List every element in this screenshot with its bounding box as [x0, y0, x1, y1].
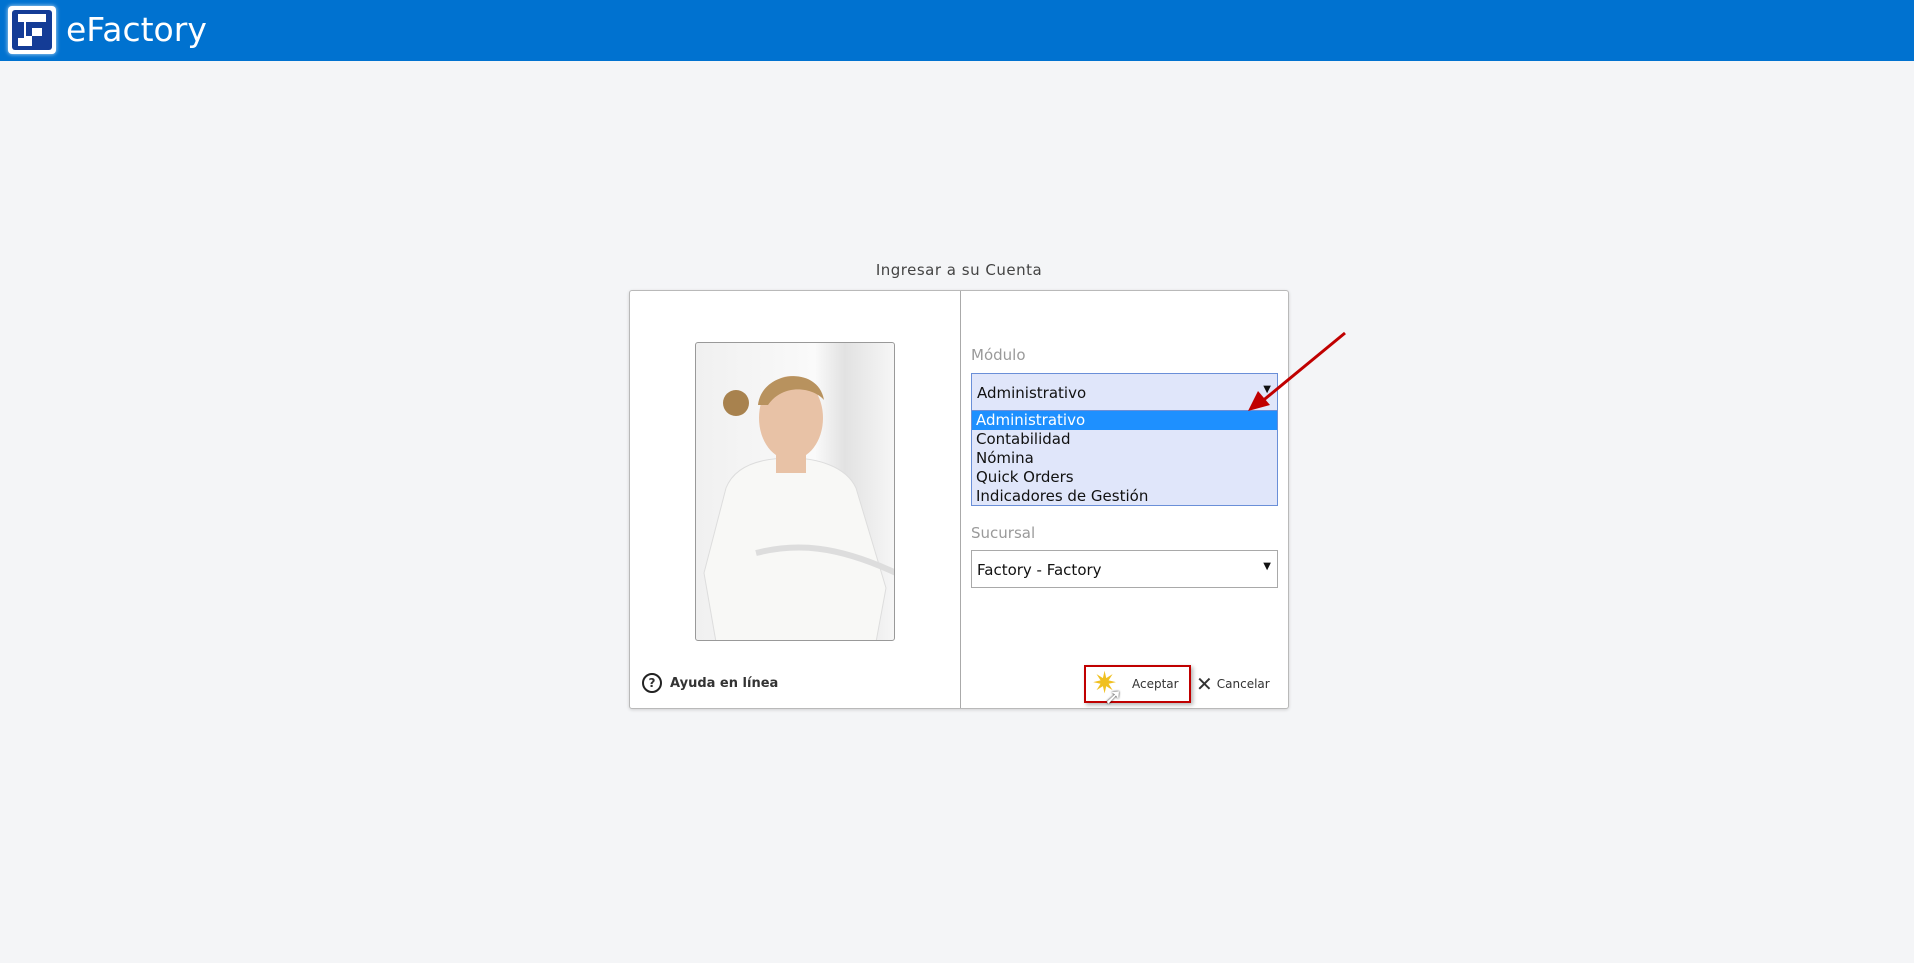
accept-label: Aceptar [1132, 677, 1179, 691]
mouse-cursor-icon: ➚ [1104, 685, 1123, 710]
app-header: eFactory [0, 0, 1914, 61]
modulo-value: Administrativo [977, 384, 1087, 402]
option-contabilidad[interactable]: Contabilidad [972, 430, 1277, 449]
option-nomina[interactable]: Nómina [972, 449, 1277, 468]
help-link[interactable]: ? Ayuda en línea [642, 673, 778, 693]
option-quick-orders[interactable]: Quick Orders [972, 468, 1277, 487]
sucursal-select[interactable]: Factory - Factory ▼ [971, 550, 1278, 588]
annotation-arrow-icon [1248, 331, 1346, 411]
dropdown-caret-icon: ▼ [1263, 561, 1271, 572]
modulo-select[interactable]: Administrativo ▼ [971, 373, 1278, 411]
sucursal-label: Sucursal [971, 524, 1036, 542]
help-label: Ayuda en línea [670, 675, 779, 691]
sucursal-value: Factory - Factory [977, 561, 1102, 579]
user-photo [695, 342, 895, 641]
app-title: eFactory [66, 10, 207, 49]
modulo-options: Administrativo Contabilidad Nómina Quick… [971, 411, 1278, 506]
cancel-button[interactable]: ✕ Cancelar [1196, 672, 1270, 696]
option-administrativo[interactable]: Administrativo [972, 411, 1277, 430]
panel-divider [960, 291, 961, 708]
option-indicadores[interactable]: Indicadores de Gestión [972, 487, 1277, 506]
cancel-label: Cancelar [1216, 677, 1270, 691]
close-icon: ✕ [1196, 672, 1213, 696]
efactory-logo-icon [8, 6, 56, 54]
login-title: Ingresar a su Cuenta [875, 261, 1043, 279]
help-icon: ? [642, 673, 662, 693]
login-panel: Módulo Administrativo ▼ Administrativo C… [629, 290, 1289, 710]
modulo-label: Módulo [971, 346, 1026, 364]
accept-button[interactable]: ✷ ➚ Aceptar [1084, 665, 1191, 710]
